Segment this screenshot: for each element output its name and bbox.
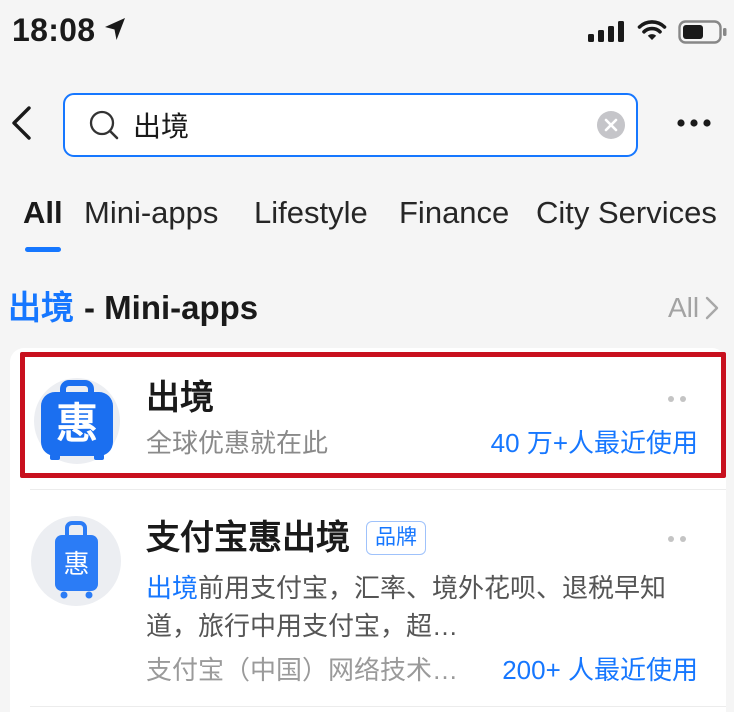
luggage-icon: 惠 xyxy=(34,378,120,464)
description-keyword: 出境 xyxy=(146,573,199,603)
search-input[interactable] xyxy=(133,95,573,155)
result-subtitle: 全球优惠就在此 xyxy=(146,428,329,458)
section-suffix: - Mini-apps xyxy=(84,289,259,326)
chevron-left-icon[interactable] xyxy=(8,105,36,141)
tab-lifestyle[interactable]: Lifestyle xyxy=(254,193,368,233)
more-options-icon[interactable] xyxy=(664,393,690,405)
search-icon xyxy=(89,110,119,140)
more-dots-icon[interactable] xyxy=(676,114,712,132)
battery-icon xyxy=(678,20,727,44)
wifi-icon xyxy=(637,20,667,40)
tab-all[interactable]: All xyxy=(23,193,63,233)
results-card: 惠 出境 全球优惠就在此 40 万+人最近使用 惠 支付宝惠出境 品牌 出境前用 xyxy=(10,348,726,712)
tab-finance[interactable]: Finance xyxy=(399,193,509,233)
status-time: 18:08 xyxy=(12,12,96,48)
icon-glyph: 惠 xyxy=(63,549,89,579)
chevron-right-icon xyxy=(705,296,719,320)
section-keyword: 出境 xyxy=(8,289,74,326)
result-title-row: 支付宝惠出境 品牌 xyxy=(146,516,426,560)
location-arrow-icon xyxy=(105,18,125,40)
brand-badge: 品牌 xyxy=(366,521,426,555)
section-title: 出境 - Mini-apps xyxy=(8,286,258,330)
result-provider: 支付宝（中国）网络技术… xyxy=(146,655,459,685)
divider xyxy=(30,706,726,707)
result-title: 支付宝惠出境 xyxy=(146,519,350,557)
description-text: 前用支付宝，汇率、境外花呗、退税早知道，旅行中用支付宝，超… xyxy=(146,573,667,641)
result-title: 出境 xyxy=(146,379,214,417)
tab-city-services[interactable]: City Services xyxy=(536,193,717,233)
section-all-link[interactable]: All xyxy=(668,290,720,326)
luggage-icon: 惠 xyxy=(31,516,121,606)
clear-icon[interactable] xyxy=(596,110,626,140)
result-usage: 40 万+人最近使用 xyxy=(490,428,698,458)
search-box[interactable] xyxy=(63,93,638,157)
section-all-label: All xyxy=(668,292,700,323)
cellular-signal-icon xyxy=(588,21,624,42)
result-description: 出境前用支付宝，汇率、境外花呗、退税早知道，旅行中用支付宝，超… xyxy=(146,569,686,645)
active-tab-indicator xyxy=(25,247,61,252)
result-item[interactable]: 惠 出境 全球优惠就在此 40 万+人最近使用 xyxy=(10,348,726,489)
icon-glyph: 惠 xyxy=(56,400,98,447)
result-item[interactable]: 惠 支付宝惠出境 品牌 出境前用支付宝，汇率、境外花呗、退税早知道，旅行中用支付… xyxy=(10,490,726,706)
more-options-icon[interactable] xyxy=(664,533,690,545)
result-usage: 200+ 人最近使用 xyxy=(502,655,698,685)
tab-mini-apps[interactable]: Mini-apps xyxy=(84,193,218,233)
